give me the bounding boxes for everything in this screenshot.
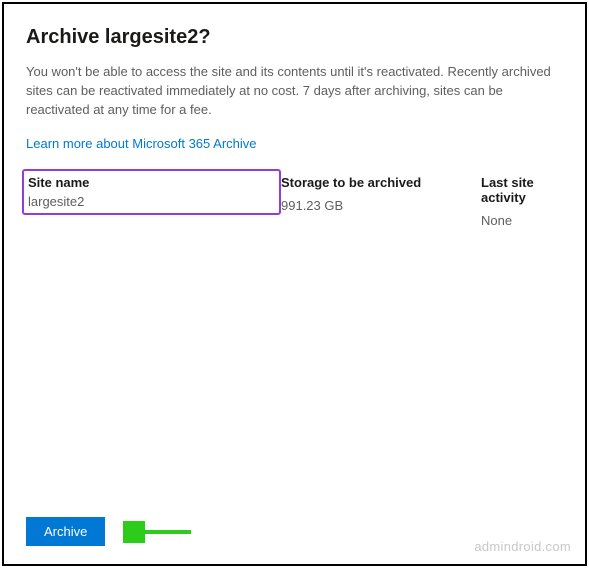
watermark: admindroid.com — [474, 539, 571, 554]
archive-button[interactable]: Archive — [26, 517, 105, 546]
header-activity: Last site activity — [481, 171, 563, 211]
spacer — [26, 230, 563, 509]
sites-table: Site name largesite2 Storage to be archi… — [26, 171, 563, 230]
highlight-annotation: Site name largesite2 — [22, 169, 281, 215]
dialog-title: Archive largesite2? — [26, 26, 563, 49]
cell-activity: None — [481, 211, 563, 230]
cell-site-name: largesite2 — [26, 194, 273, 211]
header-storage: Storage to be archived — [281, 171, 481, 196]
cell-storage: 991.23 GB — [281, 196, 481, 215]
column-activity: Last site activity None — [481, 171, 563, 230]
column-site-name: Site name largesite2 — [26, 171, 281, 230]
header-site-name: Site name — [26, 173, 273, 194]
archive-dialog: Archive largesite2? You won't be able to… — [2, 2, 587, 566]
learn-more-link[interactable]: Learn more about Microsoft 365 Archive — [26, 136, 563, 151]
arrow-annotation-icon — [123, 521, 193, 543]
dialog-description: You won't be able to access the site and… — [26, 63, 556, 120]
column-storage: Storage to be archived 991.23 GB — [281, 171, 481, 230]
